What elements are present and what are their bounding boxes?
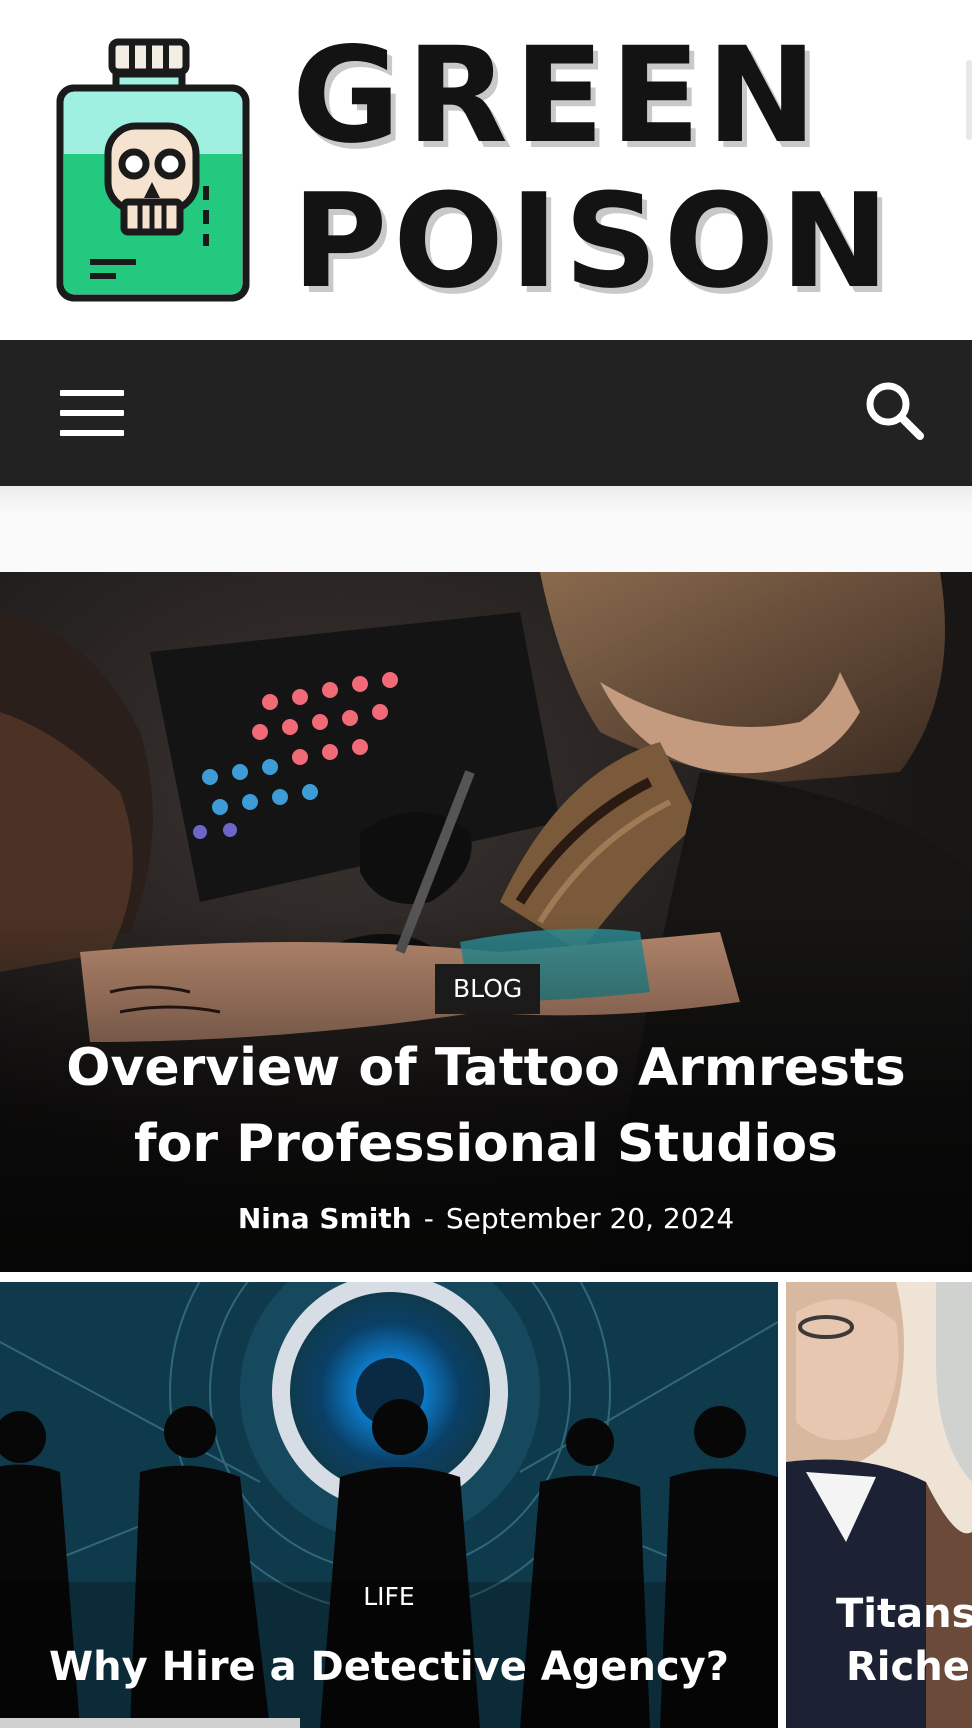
category-badge[interactable]: BLOG [435, 964, 541, 1014]
logo-word-green: GREEN [292, 19, 823, 173]
post-title[interactable]: Why Hire a Detective Agency? [0, 1640, 778, 1694]
search-icon[interactable] [862, 378, 926, 442]
menu-line [60, 390, 124, 396]
featured-title[interactable]: Overview of Tattoo Armrests for Professi… [30, 1030, 942, 1182]
content-spacer [0, 514, 972, 572]
menu-line [60, 430, 124, 436]
post-title-line-2[interactable]: Riches [846, 1640, 972, 1694]
featured-post[interactable]: BLOG Overview of Tattoo Armrests for Pro… [0, 572, 972, 1272]
logo-word-poison: POISON [292, 165, 896, 317]
author-name[interactable]: Nina Smith [238, 1202, 412, 1235]
post-tile[interactable]: Titans o Riches [786, 1282, 972, 1728]
horizontal-scrollbar[interactable] [0, 1718, 300, 1728]
main-navbar [0, 340, 972, 486]
menu-line [60, 410, 124, 416]
navbar-shadow [0, 486, 972, 514]
post-meta: Nina Smith - September 20, 2024 [0, 1202, 972, 1235]
category-badge[interactable]: LIFE [0, 1582, 778, 1611]
scrollbar[interactable] [966, 60, 972, 140]
meta-separator: - [423, 1202, 434, 1235]
site-header: GREEN POISON [0, 0, 972, 340]
post-tile[interactable]: LIFE Why Hire a Detective Agency? [0, 1282, 778, 1728]
post-date: September 20, 2024 [445, 1202, 735, 1235]
poison-bottle-skull-icon [56, 38, 250, 302]
hamburger-menu-icon[interactable] [60, 388, 124, 438]
post-title[interactable]: Titans o [836, 1587, 972, 1641]
